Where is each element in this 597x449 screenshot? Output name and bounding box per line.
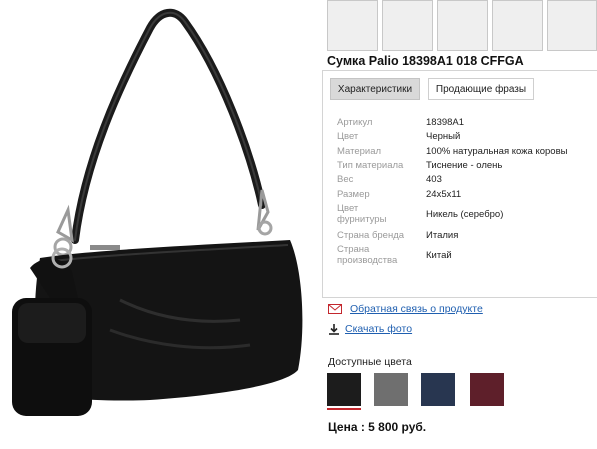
selected-color-indicator — [327, 408, 361, 410]
download-link[interactable]: Скачать фото — [345, 323, 412, 335]
spec-value-hardware-color: Никель (серебро) — [426, 209, 504, 220]
spec-label-size: Размер — [337, 189, 370, 200]
mail-icon — [328, 304, 342, 314]
thumbnail-4[interactable] — [492, 0, 543, 51]
spec-label-brand-country: Страна бренда — [337, 230, 405, 241]
spec-label-article: Артикул — [337, 117, 373, 128]
spec-value-weight: 403 — [426, 174, 442, 185]
spec-label-weight: Вес — [337, 174, 354, 185]
tab-selling-phrases[interactable]: Продающие фразы — [428, 78, 534, 100]
spec-label-color: Цвет — [337, 131, 359, 142]
specs-panel: Характеристики Продающие фразы Артикул 1… — [322, 70, 597, 298]
price: Цена : 5 800 руб. — [328, 420, 427, 434]
available-colors-label: Доступные цвета — [328, 356, 412, 368]
spec-label-material: Материал — [337, 146, 382, 157]
thumbnail-1[interactable] — [327, 0, 378, 51]
spec-value-material-type: Тиснение - олень — [426, 160, 503, 171]
feedback-link[interactable]: Обратная связь о продукте — [350, 303, 483, 315]
product-image — [0, 0, 318, 449]
spec-value-size: 24x5x11 — [426, 189, 462, 200]
spec-label-production-country: Страна производства — [337, 244, 398, 266]
spec-value-material: 100% натуральная кожа коровы — [426, 146, 568, 157]
spec-value-article: 18398A1 — [426, 117, 465, 128]
tab-characteristics[interactable]: Характеристики — [330, 78, 420, 100]
color-swatch-navy[interactable] — [421, 373, 455, 406]
spec-value-color: Черный — [426, 131, 461, 142]
thumbnail-3[interactable] — [437, 0, 488, 51]
thumbnail-2[interactable] — [382, 0, 433, 51]
thumbnail-5[interactable] — [547, 0, 597, 51]
spec-value-brand-country: Италия — [426, 230, 459, 241]
color-swatch-gray[interactable] — [374, 373, 408, 406]
spec-label-hardware-color: Цвет фурнитуры — [337, 203, 387, 225]
color-swatch-black[interactable] — [327, 373, 361, 406]
download-icon — [329, 324, 339, 335]
spec-label-material-type: Тип материала — [337, 160, 404, 171]
spec-value-production-country: Китай — [426, 250, 452, 261]
color-swatch-burgundy[interactable] — [470, 373, 504, 406]
product-title: Сумка Palio 18398A1 018 CFFGA — [327, 54, 524, 68]
